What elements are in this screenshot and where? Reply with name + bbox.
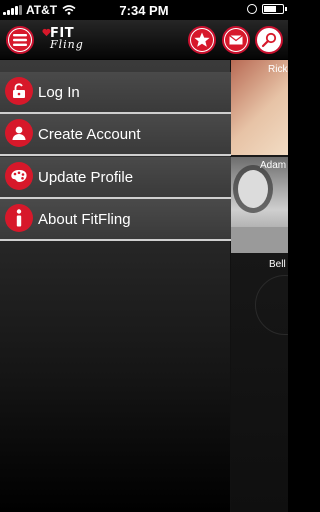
alarm-icon	[247, 4, 257, 14]
menu-item-about[interactable]: About FitFling	[0, 199, 231, 241]
fitfling-logo: FIT Fling	[42, 26, 102, 54]
unlock-icon	[5, 77, 33, 105]
menu-item-label: Log In	[38, 84, 80, 101]
star-icon	[191, 29, 213, 51]
status-time: 7:34 PM	[119, 3, 169, 18]
favorites-button[interactable]	[188, 26, 216, 54]
menu-item-create-account[interactable]: Create Account	[0, 114, 231, 156]
menu-item-label: Update Profile	[38, 169, 134, 186]
info-icon	[5, 204, 33, 232]
menu-item-label: About FitFling	[38, 211, 131, 228]
profile-photo-adam[interactable]	[231, 157, 288, 253]
mail-icon	[225, 29, 247, 51]
profile-name-label: Adam	[260, 160, 287, 171]
user-icon	[5, 119, 33, 147]
logo-fling-text: Fling	[50, 38, 84, 51]
messages-button[interactable]	[222, 26, 250, 54]
search-button[interactable]	[255, 26, 283, 54]
menu-item-label: Create Account	[38, 126, 141, 143]
status-right	[247, 4, 287, 14]
search-icon	[258, 29, 280, 51]
battery-icon	[262, 4, 287, 14]
sunglasses-photo-art	[231, 165, 288, 253]
app-header: FIT Fling	[0, 20, 288, 60]
profile-name-label: Rick	[268, 64, 288, 75]
profile-name-label: Bell	[269, 259, 286, 270]
menu-item-update-profile[interactable]: Update Profile	[0, 157, 231, 199]
side-menu: Log In Create Account Update Profile Abo…	[0, 60, 231, 512]
placeholder-avatar	[255, 275, 288, 335]
status-bar: AT&T 7:34 PM	[0, 0, 288, 20]
menu-button[interactable]	[6, 26, 34, 54]
content-peek[interactable]: Rick Adam Bell	[231, 60, 288, 512]
hamburger-icon	[9, 29, 31, 51]
menu-item-log-in[interactable]: Log In	[0, 72, 231, 114]
palette-icon	[5, 162, 33, 190]
